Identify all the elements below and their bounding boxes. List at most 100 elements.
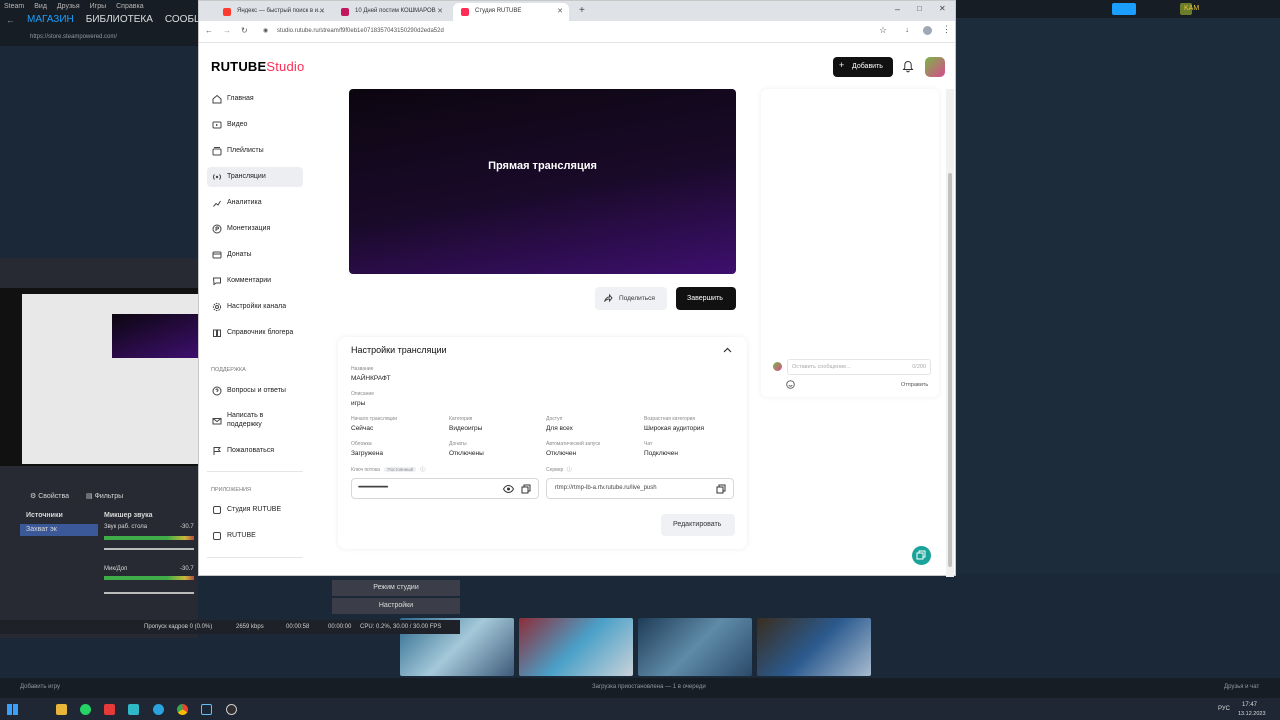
help-icon[interactable]: ⓘ	[567, 467, 572, 473]
steam-user[interactable]: KAM	[1184, 5, 1199, 12]
sidebar-item-report[interactable]: Пожаловаться	[207, 441, 303, 461]
reload-icon[interactable]: ↻	[241, 26, 248, 35]
app-taskbar-icon[interactable]	[104, 704, 115, 715]
clock-time[interactable]: 17:47	[1242, 702, 1257, 708]
steam-menu-item[interactable]: Вид	[34, 3, 47, 10]
broadcast-indicator-icon[interactable]	[1112, 3, 1136, 15]
sidebar-item-playlists[interactable]: Плейлисты	[207, 141, 303, 161]
obs-settings-button[interactable]: Настройки	[332, 598, 460, 614]
download-icon[interactable]: ↓	[905, 25, 909, 34]
add-game-link[interactable]: Добавить игру	[20, 684, 60, 690]
vpn-taskbar-icon[interactable]	[128, 704, 139, 715]
lock-icon[interactable]: ◉	[263, 27, 268, 34]
sidebar-divider	[207, 471, 303, 472]
chevron-up-icon[interactable]	[723, 347, 732, 353]
field-label: Автоматический запуск	[546, 441, 601, 447]
sidebar-item-home[interactable]: Главная	[207, 89, 303, 109]
steam-taskbar-icon[interactable]	[201, 704, 212, 715]
close-window-icon[interactable]: ✕	[939, 4, 946, 13]
sidebar-item-broadcasts[interactable]: Трансляции	[207, 167, 303, 187]
url-field[interactable]: studio.rutube.ru/stream/f9f0eb1e07183570…	[277, 28, 444, 34]
maximize-icon[interactable]: □	[917, 4, 922, 13]
eye-icon[interactable]	[503, 485, 514, 493]
language-indicator[interactable]: РУС	[1218, 706, 1230, 712]
close-icon[interactable]: ✕	[437, 7, 443, 15]
steam-nav-library[interactable]: БИБЛИОТЕКА	[86, 14, 153, 25]
bell-icon[interactable]	[902, 60, 914, 73]
obs-sources-header: Источники	[26, 512, 63, 519]
close-icon[interactable]: ✕	[557, 7, 563, 15]
back-icon[interactable]: ←	[205, 26, 213, 35]
telegram-taskbar-icon[interactable]	[153, 704, 164, 715]
copy-icon[interactable]	[521, 484, 531, 494]
close-icon[interactable]: ✕	[319, 7, 325, 15]
avatar[interactable]	[925, 57, 945, 77]
obs-source-item[interactable]: Захват эк	[20, 524, 98, 536]
sidebar-divider	[207, 557, 303, 558]
sidebar-item-comments[interactable]: Комментарии	[207, 271, 303, 291]
studio-icon	[212, 505, 222, 515]
minimize-icon[interactable]: –	[895, 4, 900, 14]
steam-nav: ← МАГАЗИН БИБЛИОТЕКА СООБЩ	[0, 14, 203, 25]
steam-menu-item[interactable]: Steam	[4, 3, 24, 10]
sidebar-item-channel-settings[interactable]: Настройки канала	[207, 297, 303, 317]
bookmark-star-icon[interactable]: ☆	[879, 25, 887, 36]
sidebar-item-faq[interactable]: Вопросы и ответы	[207, 381, 303, 401]
sidebar-item-analytics[interactable]: Аналитика	[207, 193, 303, 213]
copy-icon[interactable]	[716, 484, 726, 494]
sidebar-item-write-support[interactable]: Написать в поддержку	[207, 407, 277, 437]
browser-tab[interactable]: 10 Дней постим КОШМАРОВ ✕	[333, 3, 449, 21]
video-player[interactable]	[349, 89, 736, 274]
sidebar-item-studio-app[interactable]: Студия RUTUBE	[207, 500, 303, 520]
tab-label: 10 Дней постим КОШМАРОВ	[355, 8, 436, 14]
kebab-menu-icon[interactable]: ⋮	[942, 24, 951, 35]
browser-tab-active[interactable]: Студия RUTUBE ✕	[453, 3, 569, 21]
finish-button[interactable]: Завершить	[676, 287, 736, 310]
new-tab-icon[interactable]: +	[579, 5, 585, 16]
sidebar-item-video[interactable]: Видео	[207, 115, 303, 135]
obs-tab-properties[interactable]: ⚙ Свойства	[30, 492, 69, 500]
chrome-taskbar-icon[interactable]	[177, 704, 188, 715]
game-thumbnail[interactable]	[638, 618, 752, 676]
rutube-logo[interactable]: RUTUBEStudio	[211, 59, 304, 74]
sidebar-item-monetization[interactable]: Монетизация	[207, 219, 303, 239]
field-label: Чат	[644, 441, 653, 447]
obs-mixer-header: Микшер звука	[104, 512, 153, 519]
steam-menu-item[interactable]: Друзья	[57, 3, 80, 10]
server-url-field[interactable]: rtmp://rtmp-lb-a.rtv.rutube.ru/live_push	[546, 478, 734, 499]
studio-mode-button[interactable]: Режим студии	[332, 580, 460, 596]
steam-nav-store[interactable]: МАГАЗИН	[27, 14, 74, 25]
steam-menu-item[interactable]: Игры	[90, 3, 107, 10]
widget-button[interactable]	[912, 546, 931, 565]
back-arrow-icon[interactable]: ←	[6, 15, 15, 25]
emoji-icon[interactable]	[786, 380, 795, 389]
profile-icon[interactable]	[923, 26, 932, 35]
sidebar-item-guide[interactable]: Справочник блогера	[207, 323, 303, 343]
forward-icon[interactable]: →	[223, 26, 231, 35]
obs-taskbar-icon[interactable]	[226, 704, 237, 715]
download-status[interactable]: Загрузка приостановлена — 1 в очереди	[592, 684, 706, 690]
volume-slider[interactable]	[104, 548, 194, 550]
sidebar-item-rutube-app[interactable]: RUTUBE	[207, 526, 303, 546]
volume-slider[interactable]	[104, 592, 194, 594]
scrollbar-thumb[interactable]	[948, 173, 952, 567]
home-icon	[212, 94, 222, 104]
game-thumbnail[interactable]	[519, 618, 633, 676]
help-icon[interactable]: ⓘ	[420, 467, 425, 473]
game-thumbnail[interactable]	[757, 618, 871, 676]
friends-chat-link[interactable]: Друзья и чат	[1224, 684, 1259, 690]
clock-date[interactable]: 13.12.2023	[1238, 711, 1266, 717]
add-button[interactable]: + Добавить	[833, 57, 893, 77]
edit-button[interactable]: Редактировать	[661, 514, 735, 536]
chat-send-button[interactable]: Отправить	[901, 382, 928, 388]
share-button[interactable]: Поделиться	[595, 287, 667, 310]
explorer-taskbar-icon[interactable]	[56, 704, 67, 715]
steam-titlebar-right: KAM	[960, 0, 1280, 18]
chat-input[interactable]: Оставить сообщение... 0/200	[787, 359, 931, 375]
obs-tab-filters[interactable]: ▤ Фильтры	[86, 492, 123, 500]
browser-tab[interactable]: Яндекс — быстрый поиск в и... ✕	[215, 3, 331, 21]
steam-menu-item[interactable]: Справка	[116, 3, 143, 10]
whatsapp-taskbar-icon[interactable]	[80, 704, 91, 715]
sidebar-item-donations[interactable]: Донаты	[207, 245, 303, 265]
windows-start-icon[interactable]	[7, 704, 18, 715]
